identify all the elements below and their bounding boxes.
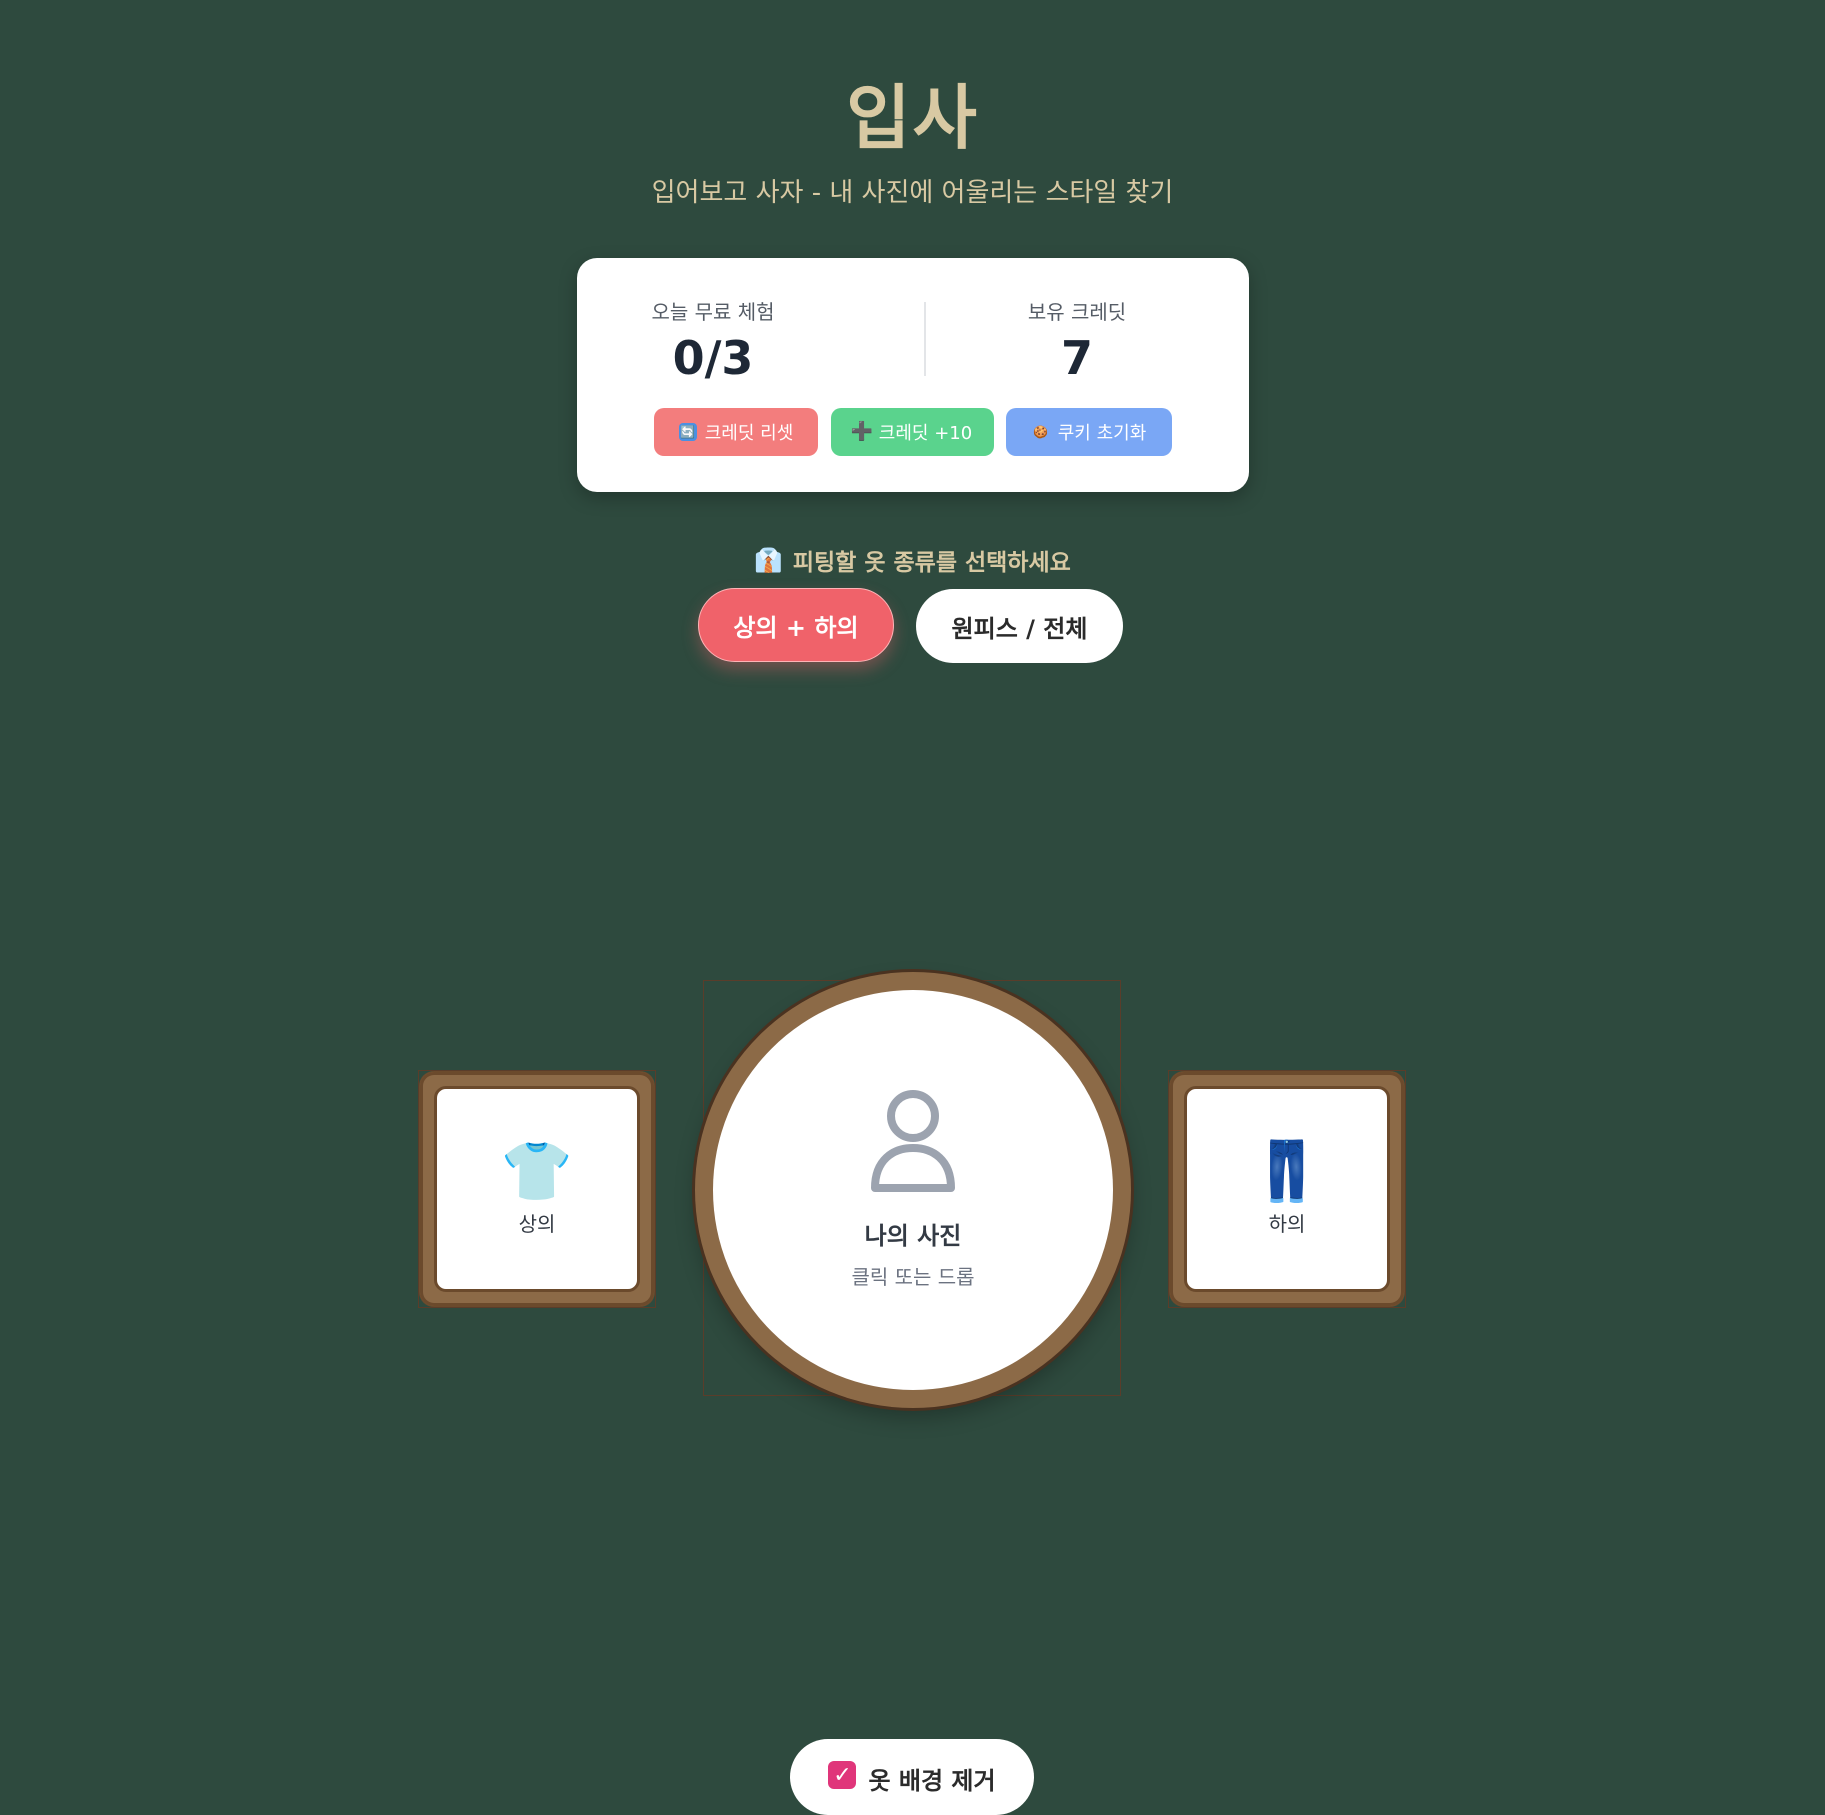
plus-icon: ➕: [850, 421, 874, 442]
reset-credits-label: 크레딧 리셋: [704, 423, 794, 444]
credits-value: 7: [1060, 331, 1093, 385]
top-bottom-option[interactable]: 상의 + 하의: [698, 588, 894, 662]
free-trial-stat: 오늘 무료 체험 0/3: [613, 296, 813, 385]
bottom-slot-dropzone[interactable]: 👖 하의: [1184, 1086, 1390, 1292]
credit-card: 오늘 무료 체험 0/3 보유 크레딧 7 🔄 크레딧 리셋 ➕ 크레딧 +10…: [577, 258, 1249, 492]
remove-bg-toggle[interactable]: ✓ 옷 배경 제거: [790, 1739, 1034, 1815]
dress-full-option[interactable]: 원피스 / 전체: [916, 589, 1123, 663]
refresh-icon: 🔄: [678, 423, 697, 441]
credits-stat: 보유 크레딧 7: [977, 296, 1177, 385]
top-slot-frame: 👕 상의: [420, 1072, 654, 1306]
credits-label: 보유 크레딧: [1027, 300, 1127, 324]
reset-cookies-label: 쿠키 초기화: [1057, 423, 1147, 444]
tshirt-icon: 👕: [500, 1136, 574, 1205]
photo-dropzone[interactable]: 나의 사진 클릭 또는 드롭: [713, 990, 1113, 1390]
app-subtitle: 입어보고 사자 - 내 사진에 어울리는 스타일 찾기: [651, 178, 1174, 208]
photo-slot-frame: 나의 사진 클릭 또는 드롭: [695, 972, 1131, 1408]
reset-cookies-button[interactable]: 🍪 쿠키 초기화: [1006, 408, 1172, 456]
add-credits-button[interactable]: ➕ 크레딧 +10: [831, 408, 994, 456]
add-credits-label: 크레딧 +10: [878, 423, 973, 444]
stat-divider: [924, 302, 926, 376]
jeans-icon: 👖: [1250, 1136, 1324, 1205]
clothing-type-prompt-text: 피팅할 옷 종류를 선택하세요: [792, 550, 1071, 576]
bottom-slot-label: 하의: [1268, 1211, 1306, 1236]
clothing-type-prompt: 👔 피팅할 옷 종류를 선택하세요: [0, 543, 1825, 577]
remove-bg-label: 옷 배경 제거: [868, 1767, 996, 1795]
app-title: 입사: [846, 77, 979, 159]
cookie-icon: 🍪: [1033, 425, 1049, 439]
photo-title: 나의 사진: [864, 1222, 962, 1250]
free-trial-value: 0/3: [672, 331, 754, 385]
top-slot-dropzone[interactable]: 👕 상의: [434, 1086, 640, 1292]
free-trial-label: 오늘 무료 체험: [651, 300, 775, 324]
bottom-slot-frame: 👖 하의: [1170, 1072, 1404, 1306]
necktie-icon: 👔: [754, 547, 783, 574]
top-slot-label: 상의: [518, 1211, 556, 1236]
reset-credits-button[interactable]: 🔄 크레딧 리셋: [654, 408, 818, 456]
person-icon: [871, 1090, 955, 1192]
photo-hint: 클릭 또는 드롭: [851, 1265, 975, 1289]
checkbox-checked-icon[interactable]: ✓: [828, 1761, 857, 1789]
